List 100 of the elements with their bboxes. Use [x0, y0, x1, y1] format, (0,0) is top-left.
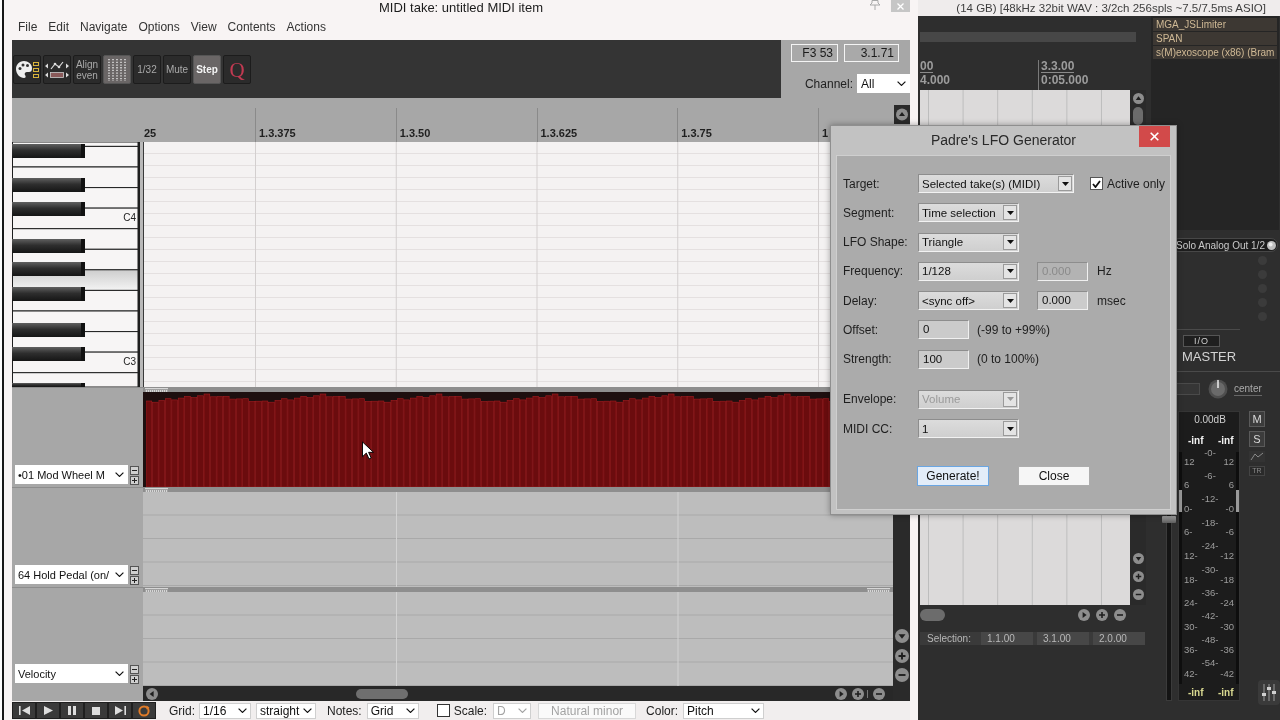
- menu-item[interactable]: Edit: [42, 17, 75, 37]
- meter-scale-label: 6-: [1184, 526, 1193, 538]
- close-button[interactable]: [1139, 126, 1170, 147]
- close-icon: [897, 2, 904, 10]
- transport-button[interactable]: [108, 702, 132, 719]
- plus-icon[interactable]: [1096, 609, 1108, 621]
- io-button[interactable]: I/O: [1183, 335, 1220, 347]
- lane-dropdown[interactable]: Velocity: [15, 664, 128, 683]
- transport-button[interactable]: [60, 702, 84, 719]
- minus-icon[interactable]: [1132, 589, 1144, 600]
- peak-readout: -inf: [1218, 435, 1234, 446]
- lane-dropdown[interactable]: 64 Hold Pedal (on/: [15, 565, 128, 584]
- transport-button[interactable]: [132, 702, 156, 719]
- circle-icon[interactable]: [1266, 240, 1276, 250]
- dropdown[interactable]: 1: [918, 419, 1019, 439]
- toolbar-button[interactable]: Align even: [73, 55, 101, 84]
- color-dropdown[interactable]: Pitch: [683, 702, 765, 719]
- toolbar-button[interactable]: [13, 55, 41, 84]
- pan-mode-button[interactable]: [1175, 383, 1200, 395]
- swing-dropdown[interactable]: straight: [256, 702, 316, 719]
- field-label: Frequency:: [843, 264, 905, 279]
- plus-icon[interactable]: [894, 648, 909, 663]
- meter-scale-label: -48-: [1201, 633, 1219, 645]
- scrollbar-thumb[interactable]: [356, 688, 408, 699]
- toolbar-button[interactable]: 1/32: [133, 55, 161, 84]
- checkbox[interactable]: [436, 704, 450, 717]
- fx-slot[interactable]: SPAN: [1153, 32, 1277, 45]
- minus-icon[interactable]: [894, 668, 909, 682]
- envelope-icon[interactable]: [1249, 451, 1265, 462]
- dropdown[interactable]: Triangle: [918, 232, 1019, 252]
- menu-item[interactable]: Options: [132, 17, 186, 37]
- meter-scale-label: 0-: [1184, 502, 1193, 514]
- caret-icon: [1006, 298, 1014, 303]
- plus-icon[interactable]: [130, 576, 139, 585]
- input-field[interactable]: 0: [918, 320, 969, 340]
- channel-dropdown[interactable]: All: [857, 74, 910, 93]
- minus-icon[interactable]: [130, 566, 139, 575]
- strip-button[interactable]: S: [1249, 431, 1265, 447]
- input-field[interactable]: 0.000: [1037, 291, 1088, 311]
- lane-dropdown[interactable]: •01 Mod Wheel M: [15, 465, 128, 484]
- selection-value[interactable]: 3.1.00: [1037, 632, 1089, 645]
- selection-value[interactable]: 1.1.00: [981, 632, 1033, 645]
- grip-icon[interactable]: [145, 587, 168, 592]
- division-dropdown[interactable]: 1/16: [199, 702, 251, 719]
- meter-scale-label: -12: [1220, 549, 1234, 561]
- grip-icon[interactable]: [145, 387, 168, 392]
- meter-scale-label: -54-: [1201, 657, 1219, 669]
- scrollbar-thumb[interactable]: [920, 609, 945, 621]
- field-label: Grid:: [169, 703, 195, 718]
- pan-knob[interactable]: [1208, 379, 1228, 399]
- toolbar-button[interactable]: Mute: [163, 55, 191, 84]
- meter-scale-label: -30: [1220, 620, 1234, 632]
- scrollbar-thumb[interactable]: [1133, 107, 1143, 125]
- minus-icon[interactable]: [130, 466, 139, 475]
- mixer-icon[interactable]: [1258, 680, 1280, 705]
- grip-icon[interactable]: [145, 487, 168, 492]
- toolbar-button[interactable]: Step: [193, 55, 221, 84]
- plus-icon[interactable]: [130, 476, 139, 485]
- checkbox-label[interactable]: Active only: [1107, 176, 1166, 191]
- dialog-button[interactable]: Close: [1018, 466, 1090, 487]
- menu-item[interactable]: Navigate: [74, 17, 133, 37]
- meter-scale-label: 12: [1223, 455, 1234, 467]
- input-field[interactable]: 100: [918, 349, 969, 369]
- menu-item[interactable]: Actions: [281, 17, 332, 37]
- menu-item[interactable]: View: [185, 17, 223, 37]
- field-label: LFO Shape:: [843, 235, 909, 250]
- fx-slot[interactable]: s(M)exoscope (x86) (Bram: [1153, 46, 1277, 59]
- peak-readout: -inf: [1188, 687, 1204, 698]
- up-arrow-icon[interactable]: [893, 105, 910, 124]
- notes-dropdown[interactable]: Grid: [366, 702, 419, 719]
- transport-button[interactable]: [84, 702, 108, 719]
- toolbar-button[interactable]: [43, 55, 71, 84]
- pause-icon: [68, 706, 76, 715]
- selection-value[interactable]: 2.0.00: [1093, 632, 1145, 645]
- transport-button[interactable]: [12, 702, 36, 719]
- selection-label: Selection:: [927, 633, 972, 644]
- menu-item[interactable]: Contents: [222, 17, 282, 37]
- transport-button[interactable]: [36, 702, 60, 719]
- fader-handle[interactable]: [1162, 515, 1176, 523]
- strip-button[interactable]: M: [1249, 411, 1265, 427]
- meter-scale-label: -18-: [1201, 516, 1219, 528]
- field-label: Envelope:: [843, 392, 898, 407]
- grip-icon[interactable]: [867, 587, 890, 592]
- fx-slot[interactable]: MGA_JSLimiter: [1153, 18, 1277, 31]
- timeline-time-label: 0:05.000: [1041, 73, 1089, 87]
- plus-icon[interactable]: [1132, 571, 1144, 582]
- menu-item[interactable]: File: [12, 17, 43, 37]
- dropdown[interactable]: <sync off>: [918, 291, 1019, 311]
- dropdown[interactable]: 1/128: [918, 261, 1019, 281]
- skip-forward-icon: [114, 706, 126, 715]
- dropdown[interactable]: Selected take(s) (MIDI): [918, 174, 1074, 193]
- plus-icon[interactable]: [852, 687, 864, 700]
- plus-icon[interactable]: [130, 675, 139, 684]
- dialog-button[interactable]: Generate!: [917, 466, 989, 487]
- meter-scale-label: -0-: [1204, 446, 1216, 458]
- minus-icon[interactable]: [130, 665, 139, 674]
- dropdown[interactable]: Time selection: [918, 203, 1019, 223]
- loop-icon: [138, 704, 150, 717]
- minus-icon[interactable]: [873, 687, 885, 700]
- checkbox[interactable]: [1090, 177, 1103, 190]
